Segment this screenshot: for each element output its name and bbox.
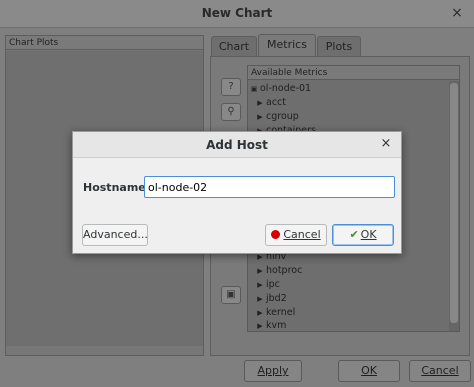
- expand-arrow-icon[interactable]: ▶: [254, 292, 266, 306]
- scrollbar-thumb[interactable]: [450, 83, 458, 323]
- hostname-input[interactable]: [144, 176, 395, 198]
- ok-button[interactable]: OK: [338, 360, 400, 382]
- expand-arrow-icon[interactable]: ▶: [254, 306, 266, 320]
- tree-item[interactable]: ▶ kvm: [254, 319, 454, 331]
- add-host-dialog: Add Host × Hostname: Advanced... Cancel …: [72, 131, 402, 254]
- window-title: New Chart: [0, 0, 474, 28]
- expand-arrow-icon[interactable]: ▶: [254, 319, 266, 331]
- dialog-ok-label: OK: [360, 228, 377, 241]
- tree-item-label: hotproc: [266, 265, 303, 276]
- metrics-scrollbar[interactable]: [449, 81, 459, 331]
- tree-item[interactable]: ▶ jbd2: [254, 292, 454, 306]
- expand-arrow-icon[interactable]: ▶: [254, 110, 266, 124]
- dialog-close-button[interactable]: ×: [377, 135, 395, 153]
- tree-item[interactable]: ▶ ipc: [254, 278, 454, 292]
- tree-item-label: cgroup: [266, 111, 299, 122]
- checkmark-icon: ✔: [349, 228, 359, 241]
- tab-plots[interactable]: Plots: [317, 36, 361, 57]
- hostname-label: Hostname:: [83, 181, 151, 194]
- help-icon: ?: [228, 81, 234, 92]
- tree-item-label: kernel: [266, 307, 296, 318]
- tree-item[interactable]: ▶ acct: [254, 96, 454, 110]
- host-icon: ▣: [226, 289, 236, 300]
- dialog-cancel-label: Cancel: [283, 228, 321, 241]
- expand-arrow-icon[interactable]: ▶: [254, 96, 266, 110]
- apply-button[interactable]: Apply: [244, 360, 302, 382]
- tree-item-host[interactable]: ▣ ol-node-01: [248, 82, 448, 96]
- help-button[interactable]: ?: [221, 78, 241, 96]
- expand-arrow-icon[interactable]: ▶: [254, 278, 266, 292]
- tab-chart[interactable]: Chart: [211, 36, 257, 57]
- search-button[interactable]: ⚲: [221, 103, 241, 121]
- cancel-button[interactable]: Cancel: [409, 360, 471, 382]
- add-host-button[interactable]: ▣: [221, 286, 241, 304]
- tree-item[interactable]: ▶ kernel: [254, 306, 454, 320]
- dialog-cancel-button[interactable]: Cancel: [265, 224, 327, 246]
- dialog-title: Add Host: [73, 132, 401, 158]
- advanced-button[interactable]: Advanced...: [82, 224, 148, 246]
- dialog-ok-button[interactable]: ✔ OK: [332, 224, 394, 246]
- cancel-icon: [271, 229, 281, 239]
- cancel-label: Cancel: [421, 364, 459, 377]
- chart-plots-header: Chart Plots: [6, 36, 203, 50]
- tree-item-label: kvm: [266, 320, 287, 331]
- expand-arrow-icon[interactable]: ▶: [254, 264, 266, 278]
- tree-item-label: ipc: [266, 279, 280, 290]
- tab-metrics[interactable]: Metrics: [258, 34, 316, 57]
- tree-item-label: jbd2: [266, 293, 287, 304]
- window-close-button[interactable]: ×: [446, 2, 468, 24]
- tree-item[interactable]: ▶ hotproc: [254, 264, 454, 278]
- advanced-label: Advanced...: [83, 228, 148, 241]
- ok-label: OK: [361, 364, 377, 377]
- computer-icon: ▣: [250, 85, 258, 93]
- apply-label: Apply: [257, 364, 289, 377]
- search-icon: ⚲: [227, 106, 235, 117]
- tree-item-label: ol-node-01: [260, 83, 312, 94]
- tree-item-label: acct: [266, 97, 286, 108]
- tree-item[interactable]: ▶ cgroup: [254, 110, 454, 124]
- available-metrics-header: Available Metrics: [248, 66, 459, 80]
